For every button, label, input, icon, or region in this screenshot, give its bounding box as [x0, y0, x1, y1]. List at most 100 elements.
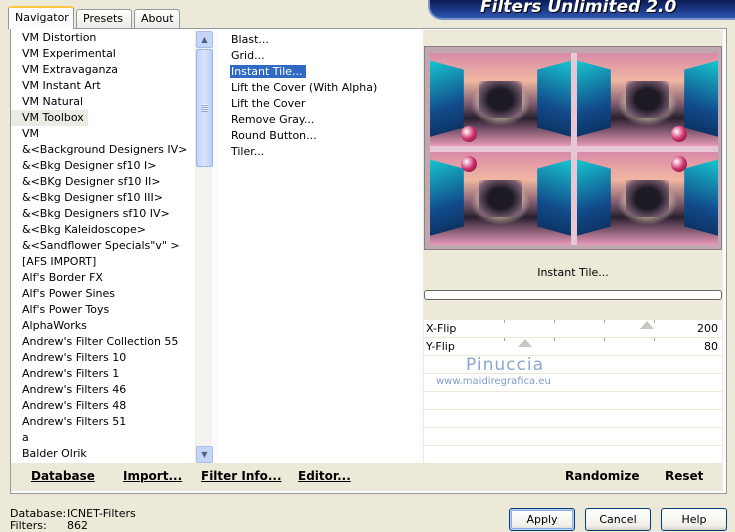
category-item[interactable]: AlphaWorks — [11, 318, 195, 334]
help-button[interactable]: Help — [661, 508, 727, 531]
category-label: Andrew's Filters 1 — [22, 367, 120, 380]
preview-tile — [430, 53, 571, 146]
reset-button[interactable]: Reset — [665, 469, 703, 483]
category-item[interactable]: Alf's Power Toys — [11, 302, 195, 318]
filter-label: Grid... — [231, 49, 265, 62]
current-filter-label: Instant Tile... — [537, 266, 609, 279]
category-label: Andrew's Filters 46 — [22, 383, 127, 396]
status-filters-value: 862 — [67, 519, 88, 532]
category-item[interactable]: VM Toolbox — [11, 110, 195, 126]
category-label: VM Experimental — [22, 47, 116, 60]
category-item[interactable]: Andrew's Filters 48 — [11, 398, 195, 414]
param-value: 80 — [704, 340, 718, 353]
filter-label: Instant Tile... — [230, 65, 306, 78]
param-slider[interactable]: Y-Flip 80 — [424, 338, 722, 356]
category-item[interactable]: &<Bkg Kaleidoscope> — [11, 222, 195, 238]
category-item[interactable]: &<Bkg Designers sf10 IV> — [11, 206, 195, 222]
category-label: &<Bkg Kaleidoscope> — [22, 223, 147, 236]
scroll-thumb[interactable] — [196, 49, 213, 167]
category-item[interactable]: VM Distortion — [11, 30, 195, 46]
filter-item[interactable]: Remove Gray... — [218, 112, 418, 128]
scroll-down-button[interactable]: ▼ — [196, 446, 213, 463]
banner-title: Filters Unlimited 2.0 — [480, 0, 677, 17]
filter-item[interactable]: Lift the Cover — [218, 96, 418, 112]
param-slider[interactable]: X-Flip 200 — [424, 320, 722, 338]
category-label: VM Instant Art — [22, 79, 101, 92]
filter-label: Tiler... — [231, 145, 265, 158]
preview-frame — [424, 46, 722, 250]
category-label: &<Bkg Designer sf10 III> — [22, 191, 164, 204]
database-button[interactable]: Database — [31, 469, 95, 483]
category-item[interactable]: a — [11, 430, 195, 446]
category-item[interactable]: Andrew's Filters 1 — [11, 366, 195, 382]
import-button[interactable]: Import... — [123, 469, 182, 483]
category-label: Andrew's Filter Collection 55 — [22, 335, 179, 348]
category-item[interactable]: &<Sandflower Specials"v" > — [11, 238, 195, 254]
category-item[interactable]: Andrew's Filter Collection 55 — [11, 334, 195, 350]
category-label: &<BKg Designer sf10 II> — [22, 175, 161, 188]
category-label: AlphaWorks — [22, 319, 87, 332]
slider-thumb[interactable] — [517, 339, 532, 347]
filter-item[interactable]: Blast... — [218, 32, 418, 48]
apply-button[interactable]: Apply — [509, 508, 575, 531]
filter-info-button[interactable]: Filter Info... — [201, 469, 282, 483]
filter-list[interactable]: Blast... Grid... Instant Tile... Lift the C… — [218, 30, 418, 462]
category-item[interactable]: VM Natural — [11, 94, 195, 110]
slider-tick — [654, 320, 655, 323]
category-item[interactable]: [AFS IMPORT] — [11, 254, 195, 270]
watermark-name: Pinuccia — [466, 355, 544, 375]
parameter-area: X-Flip 200 Y-Flip 80 — [424, 320, 722, 464]
category-label: &<Sandflower Specials"v" > — [22, 239, 180, 252]
chevron-down-icon: ▼ — [201, 450, 208, 459]
category-label: Andrew's Filters 51 — [22, 415, 127, 428]
cancel-button[interactable]: Cancel — [585, 508, 651, 531]
preview-tile — [577, 152, 718, 245]
category-item[interactable]: Alf's Border FX — [11, 270, 195, 286]
category-item[interactable]: &<Bkg Designer sf10 I> — [11, 158, 195, 174]
slider-tick — [604, 338, 605, 341]
category-label: Alf's Power Sines — [22, 287, 115, 300]
category-label: &<Bkg Designers sf10 IV> — [22, 207, 170, 220]
category-label: a — [22, 431, 29, 444]
category-item[interactable]: Andrew's Filters 10 — [11, 350, 195, 366]
category-item[interactable]: Andrew's Filters 46 — [11, 382, 195, 398]
progress-bar — [424, 290, 722, 300]
filter-item[interactable]: Grid... — [218, 48, 418, 64]
category-label: VM Distortion — [22, 31, 97, 44]
filter-label: Lift the Cover (With Alpha) — [231, 81, 378, 94]
category-item[interactable]: Balder Olrik — [11, 446, 195, 462]
param-name: X-Flip — [426, 322, 457, 335]
preview-panel: Instant Tile... X-Flip 200 Y-Flip 80 — [423, 30, 723, 464]
slider-tick — [654, 338, 655, 341]
tab-about[interactable]: About — [134, 9, 180, 28]
title-banner: Filters Unlimited 2.0 — [428, 0, 735, 20]
preview-image — [430, 53, 718, 245]
category-item[interactable]: VM Extravaganza — [11, 62, 195, 78]
filter-label: Lift the Cover — [231, 97, 306, 110]
category-item[interactable]: &<BKg Designer sf10 II> — [11, 174, 195, 190]
filter-item[interactable]: Round Button... — [218, 128, 418, 144]
category-item[interactable]: Andrew's Filters 51 — [11, 414, 195, 430]
category-item[interactable]: VM — [11, 126, 195, 142]
category-list[interactable]: VM Distortion VM Experimental VM Extravaga… — [11, 30, 195, 462]
filter-item[interactable]: Instant Tile... — [218, 64, 418, 80]
category-item[interactable]: &<Background Designers IV> — [11, 142, 195, 158]
category-scrollbar[interactable]: ▲ ▼ — [195, 31, 213, 463]
navigator-toolbar: Database Import... Filter Info... Editor… — [11, 463, 723, 491]
randomize-button[interactable]: Randomize — [565, 469, 639, 483]
slider-thumb[interactable] — [639, 321, 654, 329]
tab-navigator[interactable]: Navigator — [8, 6, 74, 29]
slider-tick — [554, 338, 555, 341]
filter-item[interactable]: Lift the Cover (With Alpha) — [218, 80, 418, 96]
slider-tick — [604, 320, 605, 323]
editor-button[interactable]: Editor... — [298, 469, 351, 483]
filter-item[interactable]: Tiler... — [218, 144, 418, 160]
category-item[interactable]: VM Instant Art — [11, 78, 195, 94]
filter-label: Round Button... — [231, 129, 317, 142]
scroll-up-button[interactable]: ▲ — [196, 31, 213, 48]
category-item[interactable]: VM Experimental — [11, 46, 195, 62]
category-label: VM Natural — [22, 95, 84, 108]
tab-presets[interactable]: Presets — [76, 9, 132, 28]
category-item[interactable]: Alf's Power Sines — [11, 286, 195, 302]
category-item[interactable]: &<Bkg Designer sf10 III> — [11, 190, 195, 206]
